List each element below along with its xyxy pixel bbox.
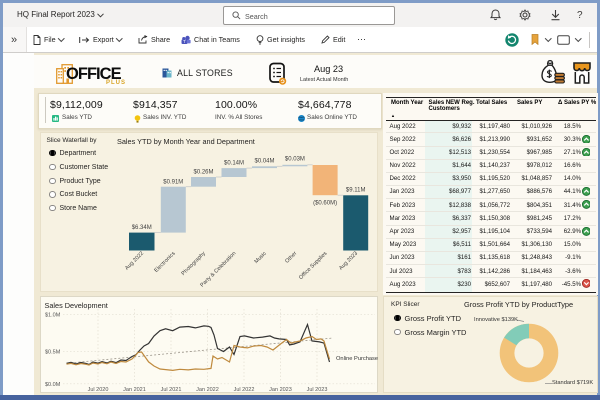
- svg-text:Aug 2022: Aug 2022: [124, 251, 145, 272]
- svg-text:Online Purchase: Online Purchase: [336, 356, 378, 362]
- svg-text:Jan 2022: Jan 2022: [196, 387, 219, 393]
- svg-text:T: T: [183, 38, 186, 43]
- svg-text:$0.0M: $0.0M: [45, 382, 61, 388]
- svg-text:Electronics: Electronics: [153, 251, 176, 274]
- svg-text:Other: Other: [284, 251, 298, 265]
- svg-text:Jul 2023: Jul 2023: [307, 387, 328, 393]
- svg-text:$6.34M: $6.34M: [132, 225, 152, 231]
- svg-text:$1.0M: $1.0M: [45, 312, 61, 318]
- svg-text:Jul 2020: Jul 2020: [88, 387, 109, 393]
- svg-text:$0.03M: $0.03M: [285, 157, 305, 163]
- svg-text:Aug 2023: Aug 2023: [338, 251, 359, 272]
- svg-text:$9.11M: $9.11M: [346, 188, 366, 194]
- svg-text:Jul 2021: Jul 2021: [161, 387, 182, 393]
- svg-text:$0.91M: $0.91M: [163, 180, 183, 186]
- svg-text:Jan 2023: Jan 2023: [269, 387, 292, 393]
- svg-text:$0.26M: $0.26M: [193, 170, 213, 176]
- svg-text:$0.04M: $0.04M: [254, 159, 274, 165]
- svg-text:($0.60M): ($0.60M): [313, 201, 337, 207]
- svg-text:Photography: Photography: [181, 251, 207, 277]
- svg-text:$0.14M: $0.14M: [224, 161, 244, 167]
- svg-text:Office Supplies: Office Supplies: [298, 251, 329, 282]
- svg-text:Jan 2021: Jan 2021: [123, 387, 146, 393]
- svg-text:Jul 2022: Jul 2022: [234, 387, 255, 393]
- svg-text:$0.5M: $0.5M: [45, 349, 61, 355]
- svg-text:Music: Music: [254, 251, 269, 266]
